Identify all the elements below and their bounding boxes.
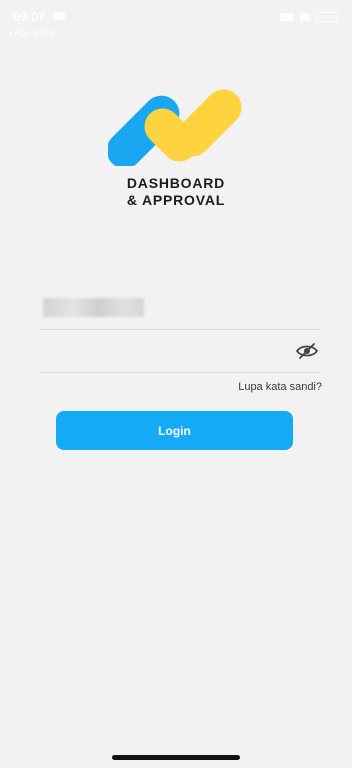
signal-icon bbox=[280, 13, 294, 21]
login-button[interactable]: Login bbox=[56, 411, 293, 450]
app-logo bbox=[108, 89, 242, 166]
wifi-icon bbox=[300, 13, 310, 21]
message-icon bbox=[53, 12, 65, 20]
forgot-password-link[interactable]: Lupa kata sandi? bbox=[238, 381, 322, 393]
eye-off-icon[interactable] bbox=[296, 342, 318, 360]
battery-icon bbox=[316, 12, 338, 22]
back-to-app-link[interactable]: ◂ App Store bbox=[8, 28, 55, 39]
home-indicator[interactable] bbox=[112, 755, 240, 760]
status-indicators bbox=[280, 12, 338, 22]
username-field[interactable]: username bbox=[40, 290, 321, 330]
password-input[interactable] bbox=[43, 341, 287, 363]
password-field[interactable] bbox=[40, 331, 321, 373]
back-app-label: App Store bbox=[14, 28, 55, 38]
brand-title-line1: DASHBOARD bbox=[126, 175, 226, 191]
status-bar: 09.07 ◂ App Store bbox=[0, 0, 352, 40]
username-value[interactable]: username bbox=[43, 298, 144, 317]
status-time: 09.07 bbox=[13, 9, 46, 24]
brand-title-line2: & APPROVAL bbox=[126, 192, 226, 208]
